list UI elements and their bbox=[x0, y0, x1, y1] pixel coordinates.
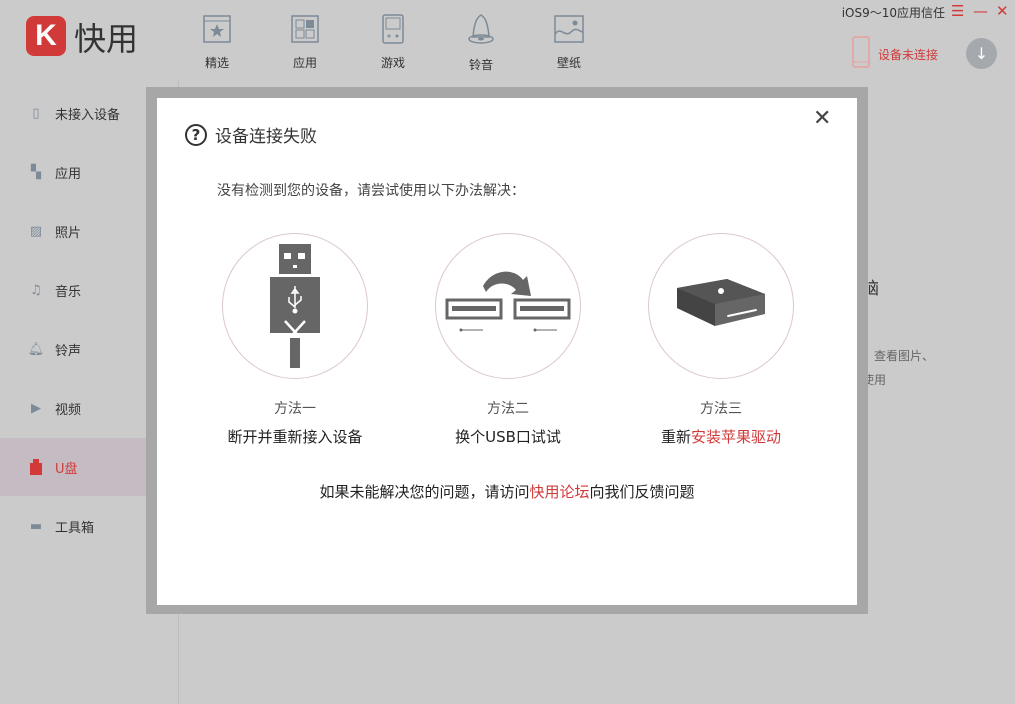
method2: 方法二换个USB口试试 bbox=[398, 398, 618, 447]
nav-label: 应用 bbox=[275, 54, 335, 71]
grid-icon: ▚ bbox=[28, 164, 44, 180]
method-name: 方法三 bbox=[611, 398, 831, 418]
download-arrow-icon: ↓ bbox=[975, 44, 988, 63]
method-desc: 换个USB口试试 bbox=[398, 426, 618, 447]
nav-label: 游戏 bbox=[363, 54, 423, 71]
dialog-footer: 如果未能解决您的问题，请访问快用论坛向我们反馈问题 bbox=[157, 481, 857, 502]
toolbox-icon: ▬ bbox=[28, 518, 44, 534]
close-window-button[interactable]: ✕ bbox=[996, 2, 1009, 20]
sidebar-item-label: 铃声 bbox=[55, 340, 81, 359]
question-icon: ? bbox=[185, 124, 207, 146]
usb-unplug-icon bbox=[265, 241, 325, 371]
download-button[interactable]: ↓ bbox=[966, 38, 997, 69]
device-status[interactable]: 设备未连接 bbox=[878, 46, 938, 63]
sidebar-item-label: 应用 bbox=[55, 163, 81, 182]
switch-usb-port-icon bbox=[445, 266, 571, 346]
sidebar-item-label: U盘 bbox=[55, 458, 78, 477]
apps-grid-icon bbox=[290, 14, 320, 44]
nav-ringtones[interactable]: 铃音 bbox=[451, 14, 511, 73]
method3-illustration bbox=[648, 233, 794, 379]
footer-text: 向我们反馈问题 bbox=[590, 483, 695, 501]
close-dialog-button[interactable]: ✕ bbox=[813, 106, 831, 131]
sidebar-item-label: 视频 bbox=[55, 399, 81, 418]
nav-wallpaper[interactable]: 壁纸 bbox=[539, 14, 599, 71]
phone-icon: ▯ bbox=[28, 105, 44, 121]
forum-link[interactable]: 快用论坛 bbox=[529, 483, 589, 501]
method3: 方法三重新安装苹果驱动 bbox=[611, 398, 831, 447]
method1: 方法一断开并重新接入设备 bbox=[185, 398, 405, 447]
nav-label: 精选 bbox=[187, 54, 247, 71]
play-icon: ▶ bbox=[28, 400, 44, 416]
dialog-subtitle: 没有检测到您的设备，请尝试使用以下办法解决： bbox=[217, 180, 525, 200]
menu-button[interactable]: ☰ bbox=[951, 2, 964, 20]
app-name: 快用 bbox=[74, 14, 138, 60]
method-name: 方法一 bbox=[185, 398, 405, 418]
method-name: 方法二 bbox=[398, 398, 618, 418]
mac-mini-icon bbox=[675, 276, 767, 336]
gameboy-icon bbox=[378, 14, 408, 44]
nav-games[interactable]: 游戏 bbox=[363, 14, 423, 71]
nav-apps[interactable]: 应用 bbox=[275, 14, 335, 71]
footer-text: 如果未能解决您的问题，请访问 bbox=[319, 483, 529, 501]
connection-failed-dialog: ? 设备连接失败 ✕ 没有检测到您的设备，请尝试使用以下办法解决： 方法一断开并重… bbox=[157, 98, 857, 605]
star-card-icon bbox=[202, 14, 232, 44]
music-note-icon: ♫ bbox=[28, 282, 44, 298]
method1-illustration bbox=[222, 233, 368, 379]
usb-drive-icon bbox=[28, 459, 44, 475]
dialog-title: ? 设备连接失败 bbox=[185, 122, 317, 147]
method2-illustration bbox=[435, 233, 581, 379]
app-logo: K bbox=[26, 16, 66, 56]
bell-icon bbox=[466, 14, 496, 46]
sidebar-item-label: 照片 bbox=[55, 222, 81, 241]
nav-label: 铃音 bbox=[451, 56, 511, 73]
nav-label: 壁纸 bbox=[539, 54, 599, 71]
ios-trust-link[interactable]: iOS9～10应用信任 bbox=[842, 4, 945, 21]
minimize-button[interactable]: — bbox=[973, 2, 988, 20]
sidebar-item-label: 工具箱 bbox=[55, 517, 94, 536]
sidebar-item-label: 音乐 bbox=[55, 281, 81, 300]
method-desc: 重新 bbox=[661, 428, 691, 446]
install-driver-link[interactable]: 安装苹果驱动 bbox=[691, 428, 781, 446]
sidebar-item-label: 未接入设备 bbox=[55, 104, 120, 123]
method-desc: 断开并重新接入设备 bbox=[185, 426, 405, 447]
wallpaper-icon bbox=[553, 14, 585, 44]
dialog-title-text: 设备连接失败 bbox=[215, 122, 317, 147]
nav-featured[interactable]: 精选 bbox=[187, 14, 247, 71]
bell-icon: 🔔︎ bbox=[28, 341, 44, 357]
background-text: ，查看图片、 bbox=[862, 347, 934, 364]
photo-icon: ▨ bbox=[28, 223, 44, 239]
phone-icon bbox=[852, 36, 870, 68]
